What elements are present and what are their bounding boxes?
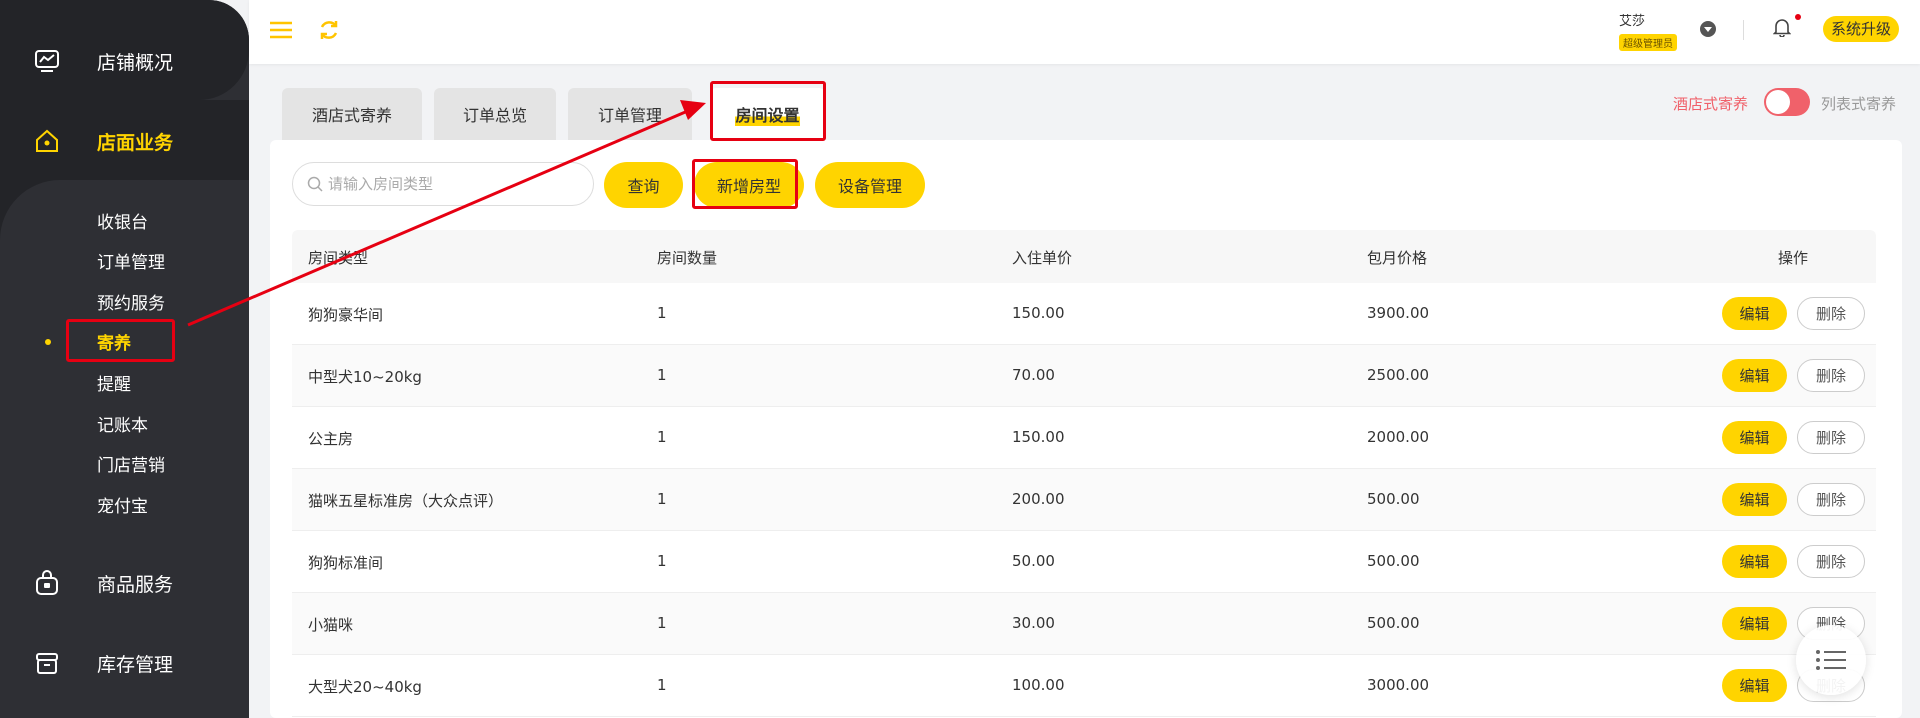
search-icon — [307, 176, 323, 192]
cell-room-type: 狗狗豪华间 — [308, 306, 384, 324]
annotation-box — [710, 81, 826, 141]
tab-order-management[interactable]: 订单管理 — [568, 88, 692, 140]
column-header: 房间类型 — [308, 249, 369, 267]
user-name: 艾莎 — [1619, 14, 1646, 29]
table-row: 小猫咪 1 30.00 500.00 编辑 删除 — [292, 593, 1876, 655]
mode-label-list: 列表式寄养 — [1821, 95, 1897, 113]
edit-button[interactable]: 编辑 — [1722, 545, 1787, 578]
mode-label-hotel: 酒店式寄养 — [1673, 95, 1749, 113]
cell-room-type: 小猫咪 — [308, 616, 354, 634]
edit-button[interactable]: 编辑 — [1722, 359, 1787, 392]
cell-room-count: 1 — [657, 490, 667, 508]
menu-icon[interactable] — [269, 20, 293, 40]
cell-unit-price: 150.00 — [1012, 304, 1065, 322]
edit-button[interactable]: 编辑 — [1722, 421, 1787, 454]
cell-unit-price: 70.00 — [1012, 366, 1055, 384]
floating-list-button[interactable] — [1796, 625, 1866, 695]
cell-monthly-price: 2500.00 — [1367, 366, 1430, 384]
table-row: 中型犬10~20kg 1 70.00 2500.00 编辑 删除 — [292, 345, 1876, 407]
column-header: 房间数量 — [657, 249, 718, 267]
table-row: 大型犬20~40kg 1 100.00 3000.00 编辑 删除 — [292, 655, 1876, 717]
cell-room-count: 1 — [657, 428, 667, 446]
tab-order-overview[interactable]: 订单总览 — [434, 88, 556, 140]
cell-monthly-price: 500.00 — [1367, 490, 1420, 508]
cell-room-type: 狗狗标准间 — [308, 554, 384, 572]
sidebar-item-label: 商品服务 — [97, 574, 174, 596]
cell-room-type: 中型犬10~20kg — [308, 368, 422, 386]
home-icon — [36, 129, 58, 152]
divider — [1743, 20, 1744, 40]
column-header: 操作 — [1778, 249, 1809, 267]
cell-monthly-price: 500.00 — [1367, 552, 1420, 570]
edit-button[interactable]: 编辑 — [1722, 669, 1787, 702]
delete-button[interactable]: 删除 — [1797, 483, 1865, 516]
column-header: 入住单价 — [1012, 249, 1073, 267]
cell-unit-price: 30.00 — [1012, 614, 1055, 632]
cell-unit-price: 100.00 — [1012, 676, 1065, 694]
edit-button[interactable]: 编辑 — [1722, 483, 1787, 516]
sidebar-subitem-ledger[interactable]: 记账本 — [97, 411, 148, 436]
annotation-box — [692, 159, 798, 209]
sidebar-item-label: 库存管理 — [97, 654, 174, 676]
list-icon — [1816, 650, 1846, 670]
sidebar-item-label: 店铺概况 — [97, 52, 174, 74]
monitor-icon — [35, 50, 59, 72]
bell-icon[interactable] — [1773, 17, 1791, 37]
table-row: 狗狗标准间 1 50.00 500.00 编辑 删除 — [292, 531, 1876, 593]
sidebar-subitem-reminder[interactable]: 提醒 — [97, 370, 131, 395]
search-box[interactable] — [292, 162, 594, 206]
table-row: 狗狗豪华间 1 150.00 3900.00 编辑 删除 — [292, 283, 1876, 345]
cell-unit-price: 150.00 — [1012, 428, 1065, 446]
sidebar-subitem-cashier[interactable]: 收银台 — [97, 208, 148, 233]
cell-unit-price: 50.00 — [1012, 552, 1055, 570]
table-header: 房间类型 房间数量 入住单价 包月价格 操作 — [292, 230, 1876, 283]
column-header: 包月价格 — [1367, 249, 1428, 267]
sidebar-item-label: 店面业务 — [97, 132, 174, 154]
edit-button[interactable]: 编辑 — [1722, 607, 1787, 640]
sidebar-subitem-booking[interactable]: 预约服务 — [97, 289, 165, 314]
top-header: 艾莎 超级管理员 系统升级 — [249, 0, 1920, 64]
cell-room-type: 大型犬20~40kg — [308, 678, 422, 696]
sidebar-subitem-marketing[interactable]: 门店营销 — [97, 451, 165, 476]
cell-room-count: 1 — [657, 304, 667, 322]
boarding-mode-toggle[interactable] — [1764, 88, 1810, 116]
chevron-down-icon[interactable] — [1700, 21, 1716, 37]
tab-hotel-boarding[interactable]: 酒店式寄养 — [282, 88, 422, 140]
refresh-icon[interactable] — [317, 18, 341, 42]
cell-room-type: 猫咪五星标准房（大众点评） — [308, 492, 504, 510]
notification-dot — [1795, 14, 1801, 20]
cell-monthly-price: 3900.00 — [1367, 304, 1430, 322]
delete-button[interactable]: 删除 — [1797, 545, 1865, 578]
cell-monthly-price: 500.00 — [1367, 614, 1420, 632]
cell-room-count: 1 — [657, 676, 667, 694]
table-row: 猫咪五星标准房（大众点评） 1 200.00 500.00 编辑 删除 — [292, 469, 1876, 531]
cell-room-type: 公主房 — [308, 430, 354, 448]
sidebar-subitem-pay[interactable]: 宠付宝 — [97, 492, 148, 517]
search-input[interactable] — [328, 163, 583, 205]
delete-button[interactable]: 删除 — [1797, 297, 1865, 330]
query-button[interactable]: 查询 — [604, 162, 683, 208]
device-management-button[interactable]: 设备管理 — [815, 162, 925, 208]
annotation-box — [66, 319, 175, 362]
cell-room-count: 1 — [657, 614, 667, 632]
delete-button[interactable]: 删除 — [1797, 421, 1865, 454]
table-row: 公主房 1 150.00 2000.00 编辑 删除 — [292, 407, 1876, 469]
active-dot — [45, 339, 51, 345]
system-upgrade-button[interactable]: 系统升级 — [1823, 16, 1900, 42]
bag-icon — [36, 570, 58, 595]
cell-monthly-price: 3000.00 — [1367, 676, 1430, 694]
box-icon — [36, 653, 58, 674]
cell-room-count: 1 — [657, 366, 667, 384]
edit-button[interactable]: 编辑 — [1722, 297, 1787, 330]
cell-unit-price: 200.00 — [1012, 490, 1065, 508]
delete-button[interactable]: 删除 — [1797, 359, 1865, 392]
cell-monthly-price: 2000.00 — [1367, 428, 1430, 446]
cell-room-count: 1 — [657, 552, 667, 570]
sidebar-subitem-orders[interactable]: 订单管理 — [97, 248, 165, 273]
user-role-badge: 超级管理员 — [1619, 34, 1677, 51]
